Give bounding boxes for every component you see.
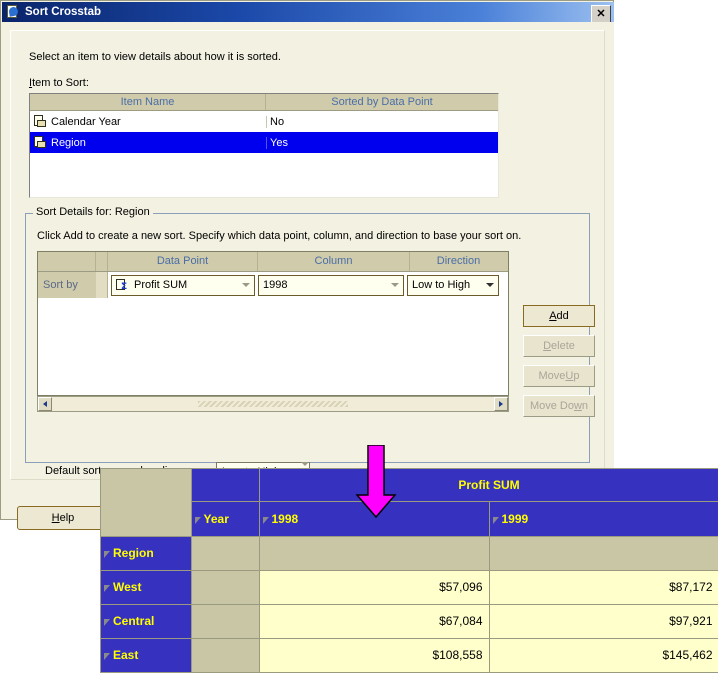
sum-measure-icon: Σ [116, 278, 130, 292]
sort-crosstab-dialog: Sort Crosstab ✕ Select an item to view d… [0, 0, 614, 530]
data-cell: $108,558 [259, 638, 490, 673]
data-cell: $145,462 [489, 638, 718, 673]
spacer-cell [191, 638, 260, 673]
expand-triangle-icon[interactable] [492, 517, 499, 525]
scroll-left-icon[interactable] [38, 397, 52, 411]
spacer-cell [191, 536, 260, 571]
region-label: Region [113, 546, 154, 561]
direction-value: Low to High [412, 279, 471, 291]
move-up-button[interactable]: Move Up [523, 365, 595, 387]
add-button[interactable]: Add [523, 305, 595, 327]
row-header-east[interactable]: East [101, 638, 192, 673]
item-list-header: Item Name Sorted by Data Point [30, 94, 498, 111]
year-header[interactable]: Year [191, 501, 260, 537]
close-icon[interactable]: ✕ [591, 5, 611, 23]
intro-text: Select an item to view details about how… [29, 51, 281, 63]
expand-triangle-icon[interactable] [104, 653, 110, 661]
table-row: West $57,096 $87,172 [101, 570, 718, 605]
scrollbar-track[interactable] [52, 397, 494, 411]
row-header-west[interactable]: West [101, 570, 192, 605]
chevron-down-icon[interactable] [238, 276, 254, 295]
table-row: Year 1998 1999 [101, 501, 718, 537]
crosstab-corner-cell [101, 469, 192, 537]
chevron-down-icon[interactable] [482, 276, 498, 295]
item-sorted-cell: Yes [266, 136, 498, 149]
row-header-central[interactable]: Central [101, 604, 192, 639]
item-name-cell: Region [30, 136, 266, 149]
sort-grid-row: Sort by Σ Profit SUM 1998 Low to High [38, 272, 508, 298]
spacer-cell [489, 536, 718, 571]
expand-triangle-icon[interactable] [194, 517, 201, 525]
data-cell: $57,096 [259, 570, 490, 605]
table-row: Central $67,084 $97,921 [101, 604, 718, 639]
item-to-sort-label: Item to Sort: [29, 77, 89, 89]
column-header-data-point[interactable]: Data Point [108, 252, 258, 271]
sort-definition-grid: Data Point Column Direction Sort by Σ Pr… [37, 251, 509, 396]
scrollbar-grip[interactable] [198, 401, 348, 407]
item-page-icon [33, 115, 47, 128]
data-cell: $87,172 [489, 570, 718, 605]
delete-button[interactable]: Delete [523, 335, 595, 357]
app-page-icon [5, 4, 21, 20]
data-cell: $97,921 [489, 604, 718, 639]
sort-grid-header: Data Point Column Direction [38, 252, 508, 272]
content-panel: Select an item to view details about how… [10, 30, 605, 482]
item-name-text: Region [51, 136, 86, 149]
table-row: Profit SUM [101, 469, 718, 537]
data-point-value: Profit SUM [134, 279, 188, 291]
column-header-item-name[interactable]: Item Name [30, 94, 266, 110]
item-sorted-cell: No [266, 115, 498, 128]
item-name-cell: Calendar Year [30, 115, 266, 128]
expand-triangle-icon[interactable] [104, 551, 110, 559]
down-arrow-magenta [355, 445, 397, 519]
sort-by-label: Sort by [38, 272, 96, 298]
column-select[interactable]: 1998 [258, 274, 404, 296]
sort-details-legend: Sort Details for: Region [33, 206, 153, 218]
direction-select[interactable]: Low to High [407, 274, 499, 296]
measure-corner-cell [191, 469, 260, 503]
column-header-sorted-by-data-point[interactable]: Sorted by Data Point [266, 94, 498, 110]
crosstab-table: Profit SUM Year 1998 1999 Region West $5… [100, 468, 718, 673]
expand-triangle-icon[interactable] [262, 517, 269, 525]
window-title: Sort Crosstab [25, 6, 102, 18]
column-value: 1998 [263, 279, 288, 291]
table-row: Region [101, 536, 718, 571]
help-button[interactable]: Help [17, 506, 109, 530]
item-page-icon [33, 136, 47, 149]
column-header-blank-2 [96, 252, 108, 271]
column-header-column[interactable]: Column [258, 252, 410, 271]
table-row: East $108,558 $145,462 [101, 638, 718, 673]
spacer-cell [259, 536, 490, 571]
row-label: Central [113, 614, 155, 629]
data-cell: $67,084 [259, 604, 490, 639]
column-header-1999[interactable]: 1999 [489, 501, 718, 537]
data-point-select[interactable]: Σ Profit SUM [111, 274, 255, 296]
title-bar[interactable]: Sort Crosstab ✕ [2, 2, 614, 23]
column-header-blank-1 [38, 252, 96, 271]
list-item[interactable]: Calendar Year No [30, 111, 498, 132]
year-label: Year [203, 512, 229, 527]
column-header-direction[interactable]: Direction [410, 252, 507, 271]
item-name-text: Calendar Year [51, 115, 121, 128]
chevron-down-icon[interactable] [387, 276, 403, 295]
expand-triangle-icon[interactable] [104, 619, 110, 627]
scroll-right-icon[interactable] [494, 397, 508, 411]
row-indicator-cell [96, 272, 108, 298]
measure-title: Profit SUM [259, 469, 718, 503]
dialog-body: Select an item to view details about how… [2, 22, 614, 530]
list-item[interactable]: Region Yes [30, 132, 498, 153]
move-down-button[interactable]: Move Do w n [523, 395, 595, 417]
spacer-cell [191, 604, 260, 639]
region-header[interactable]: Region [101, 536, 192, 571]
column-label: 1999 [501, 512, 529, 527]
grid-horizontal-scrollbar[interactable] [37, 396, 509, 412]
row-label: West [113, 580, 142, 595]
item-to-sort-list[interactable]: Item Name Sorted by Data Point Calendar … [29, 93, 499, 198]
column-label: 1998 [271, 512, 299, 527]
row-label: East [113, 648, 139, 663]
expand-triangle-icon[interactable] [104, 585, 110, 593]
sort-details-hint: Click Add to create a new sort. Specify … [37, 230, 522, 242]
spacer-cell [191, 570, 260, 605]
